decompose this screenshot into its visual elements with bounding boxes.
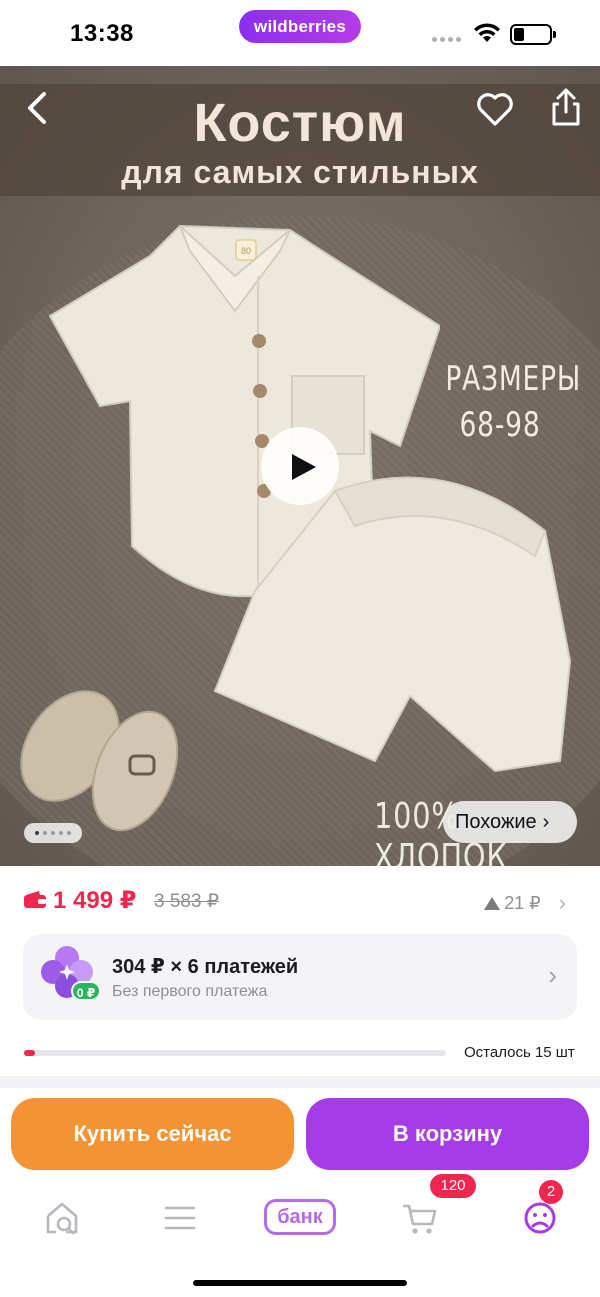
size-tag: 80: [241, 246, 251, 256]
add-to-cart-button[interactable]: В корзину: [306, 1098, 589, 1170]
zero-rate-badge: 0 ₽: [71, 981, 101, 1001]
favorite-heart-icon[interactable]: [475, 90, 515, 128]
banner-subtitle: для самых стильных: [121, 154, 479, 190]
sizes-caption-line1: РАЗМЕРЫ: [445, 359, 582, 399]
back-arrow-icon[interactable]: [18, 88, 58, 128]
status-bar: 13:38 wildberries: [0, 0, 600, 66]
pager-dot: [43, 831, 47, 835]
cart-count-badge: 120: [430, 1174, 476, 1198]
signal-icon: [432, 37, 461, 42]
shorts-image: [213, 476, 572, 773]
similar-label: Похожие: [455, 810, 537, 833]
chevron-right-icon: ›: [548, 960, 557, 990]
price-points[interactable]: 21 ₽ ›: [484, 890, 566, 916]
wallet-icon: [24, 891, 46, 908]
installment-title: 304 ₽ × 6 платежей: [112, 956, 299, 978]
current-price: 1 499 ₽: [53, 887, 137, 914]
installment-card[interactable]: 0 ₽ 304 ₽ × 6 платежей Без первого плате…: [23, 934, 577, 1020]
tab-bank[interactable]: банк: [262, 1188, 338, 1248]
share-icon[interactable]: [546, 86, 586, 128]
wifi-icon: [474, 23, 500, 42]
sizes-caption: РАЗМЕРЫ 68-98: [445, 356, 582, 448]
cart-icon: [402, 1204, 437, 1234]
bottom-tab-bar: банк 120 2: [0, 1174, 600, 1258]
profile-icon: [524, 1202, 556, 1234]
bank-label: банк: [264, 1199, 336, 1235]
buy-now-button[interactable]: Купить сейчас: [11, 1098, 294, 1170]
similar-products-button[interactable]: Похожие ›: [443, 801, 577, 843]
old-price: 3 583 ₽: [154, 891, 219, 912]
menu-icon: [164, 1206, 196, 1230]
pager-dot: [51, 831, 55, 835]
product-sheet: 1 499 ₽ 3 583 ₽ 21 ₽ › 0 ₽ 304 ₽ × 6 пла…: [0, 866, 600, 1297]
wildberries-logo: wildberries: [239, 10, 361, 43]
purchase-actions: Купить сейчас В корзину: [0, 1088, 600, 1188]
points-value: 21 ₽: [504, 892, 541, 913]
gallery-pager: [24, 823, 82, 843]
stock-progress-fill: [24, 1050, 35, 1056]
tab-catalog[interactable]: [150, 1188, 210, 1248]
triangle-up-icon: [484, 896, 501, 910]
pager-dot: [35, 831, 39, 835]
status-time: 13:38: [70, 20, 134, 47]
section-divider: [0, 1076, 600, 1088]
chevron-right-icon: ›: [542, 810, 550, 833]
profile-count-badge: 2: [539, 1180, 563, 1204]
pager-dot: [59, 831, 63, 835]
installment-subtitle: Без первого платежа: [112, 983, 268, 1000]
battery-icon: [510, 24, 556, 45]
price-row: 1 499 ₽ 3 583 ₽ 21 ₽ ›: [24, 886, 576, 916]
product-gallery[interactable]: 80 Костюм для самых стильных РАЗМЕРЫ 68-…: [0, 66, 600, 866]
tab-home[interactable]: [32, 1188, 92, 1248]
home-indicator: [193, 1280, 407, 1286]
stock-progress-bar: [24, 1050, 446, 1056]
sizes-caption-line2: 68-98: [459, 405, 541, 445]
home-search-icon: [46, 1202, 78, 1235]
stock-remaining: Осталось 15 шт: [464, 1044, 575, 1061]
pager-dot: [67, 831, 71, 835]
play-video-button[interactable]: [261, 427, 339, 505]
chevron-right-icon: ›: [558, 890, 566, 915]
shoes-image: [20, 690, 179, 832]
